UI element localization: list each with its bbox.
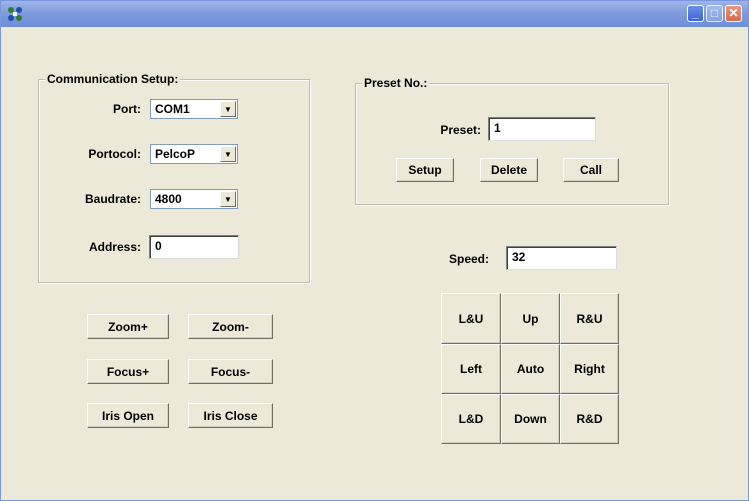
protocol-label: Portocol: [88, 147, 141, 161]
left-label: Left [460, 362, 482, 376]
right-label: Right [574, 362, 605, 376]
preset-input[interactable]: 1 [488, 117, 596, 141]
iris-open-label: Iris Open [101, 408, 154, 423]
iris-close-button[interactable]: Iris Close [188, 403, 273, 428]
port-value: COM1 [155, 102, 190, 116]
right-button[interactable]: Right [560, 344, 619, 394]
zoom-in-label: Zoom+ [108, 319, 148, 334]
focus-in-label: Focus+ [106, 364, 150, 379]
speed-label: Speed: [448, 252, 489, 266]
preset-title: Preset No.: [362, 76, 430, 90]
chevron-down-icon[interactable]: ▼ [220, 101, 236, 117]
minimize-icon[interactable]: _ [687, 5, 704, 22]
auto-button[interactable]: Auto [501, 344, 560, 394]
left-button[interactable]: Left [441, 344, 501, 394]
communication-setup-title: Communication Setup: [45, 72, 181, 86]
focus-out-button[interactable]: Focus- [188, 359, 273, 384]
port-label: Port: [113, 102, 141, 116]
preset-label: Preset: [440, 123, 481, 137]
chevron-down-icon[interactable]: ▼ [220, 146, 236, 162]
iris-open-button[interactable]: Iris Open [87, 403, 169, 428]
left-up-button[interactable]: L&U [441, 293, 501, 344]
right-up-button[interactable]: R&U [560, 293, 619, 344]
address-input[interactable]: 0 [149, 235, 239, 259]
protocol-select[interactable]: PelcoP ▼ [150, 144, 238, 164]
baudrate-label: Baudrate: [84, 192, 141, 206]
address-label: Address: [88, 240, 141, 254]
focus-out-label: Focus- [210, 364, 251, 379]
zoom-out-button[interactable]: Zoom- [188, 314, 273, 339]
preset-group: Preset No.: [355, 76, 669, 205]
setup-button[interactable]: Setup [396, 158, 454, 182]
left-up-label: L&U [458, 311, 484, 326]
preset-value: 1 [494, 121, 501, 135]
zoom-out-label: Zoom- [212, 319, 249, 334]
zoom-in-button[interactable]: Zoom+ [87, 314, 169, 339]
call-button-label: Call [579, 163, 602, 177]
focus-in-button[interactable]: Focus+ [87, 359, 169, 384]
down-label: Down [514, 412, 547, 426]
address-value: 0 [155, 239, 162, 253]
right-up-label: R&U [576, 311, 603, 326]
right-down-button[interactable]: R&D [560, 394, 619, 444]
delete-button[interactable]: Delete [480, 158, 538, 182]
port-select[interactable]: COM1 ▼ [150, 99, 238, 119]
app-icon [8, 7, 22, 21]
maximize-icon[interactable]: □ [706, 5, 723, 22]
delete-button-label: Delete [490, 163, 528, 177]
speed-input[interactable]: 32 [506, 246, 617, 270]
title-bar[interactable]: _ □ ✕ [1, 1, 748, 27]
baudrate-select[interactable]: 4800 ▼ [150, 189, 238, 209]
setup-button-label: Setup [408, 163, 442, 177]
main-window: _ □ ✕ Communication Setup: Port: COM1 ▼ … [0, 0, 749, 501]
up-button[interactable]: Up [501, 293, 560, 344]
protocol-value: PelcoP [155, 147, 196, 161]
baudrate-value: 4800 [155, 192, 182, 206]
speed-value: 32 [512, 250, 526, 264]
call-button[interactable]: Call [563, 158, 619, 182]
auto-label: Auto [516, 362, 545, 376]
iris-close-label: Iris Close [203, 408, 258, 423]
right-down-label: R&D [576, 412, 603, 426]
left-down-label: L&D [458, 412, 484, 426]
chevron-down-icon[interactable]: ▼ [220, 191, 236, 207]
up-label: Up [522, 311, 539, 326]
down-button[interactable]: Down [501, 394, 560, 444]
close-icon[interactable]: ✕ [725, 5, 742, 22]
left-down-button[interactable]: L&D [441, 394, 501, 444]
